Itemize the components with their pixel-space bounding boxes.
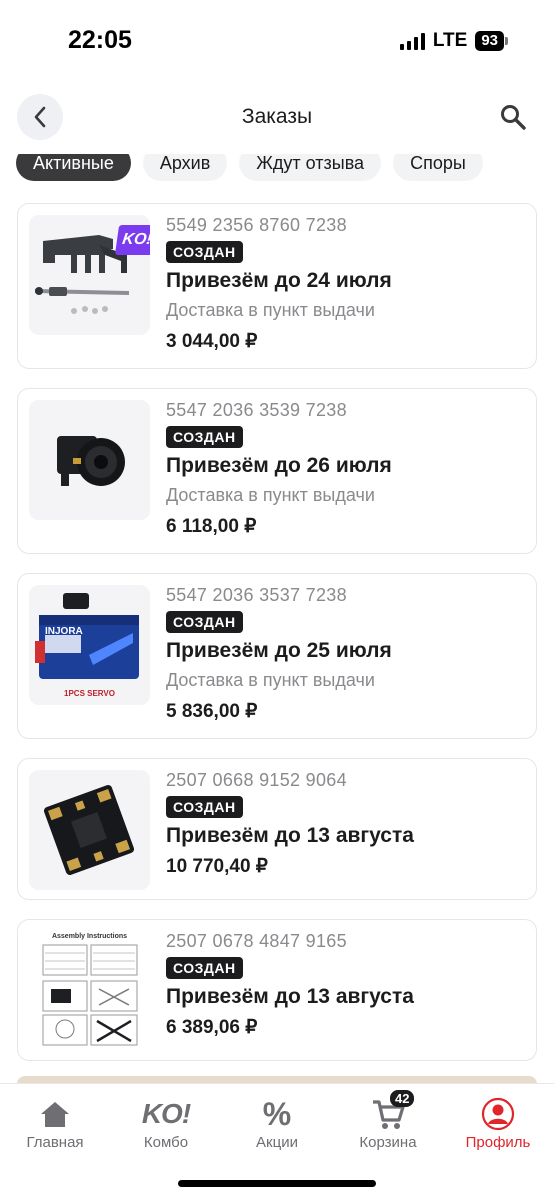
home-icon [41,1102,69,1127]
order-price: 10 770,40 ₽ [166,856,268,877]
tabbar-label: Акции [256,1134,298,1151]
image-heading: Assembly Instructions [51,933,128,940]
product-brand: INJORA [45,626,83,637]
tabbar-label: Корзина [359,1134,417,1151]
signal-icon [399,32,425,50]
tab-label: Споры [410,152,466,173]
order-number: 5547 2036 3539 7238 [166,400,347,420]
status-badge: СОЗДАН [166,241,243,263]
order-card[interactable]: 2507 0668 9152 9064 СОЗДАН Привезём до 1… [17,758,537,900]
page-title: Заказы [241,105,313,128]
battery-icon: 93 [475,31,508,51]
profile-icon [481,1097,515,1131]
top-bar: Заказы [0,88,554,148]
product-caption: 1PCS SERVO [64,689,115,698]
network-type: LTE [432,30,468,51]
tab-label: Активные [33,152,114,173]
order-price: 3 044,00 ₽ [166,331,258,352]
delivery-method: Доставка в пункт выдачи [166,670,375,690]
tabbar-label: Профиль [465,1134,531,1151]
status-bar: 22:05 LTE 93 [0,0,554,80]
search-icon [501,105,526,130]
order-number: 5547 2036 3537 7238 [166,585,347,605]
tab-label: Архив [159,152,211,173]
order-card[interactable]: Assembly Instructions 2507 0678 4847 916… [17,919,537,1061]
delivery-method: Доставка в пункт выдачи [166,300,375,320]
percent-icon: % [262,1095,292,1132]
tab-label: Ждут отзыва [256,152,365,173]
combo-badge-text: KO! [121,231,150,248]
cart-count-badge: 42 [390,1090,415,1107]
tabbar-label: Главная [26,1134,84,1151]
delivery-eta: Привезём до 13 августа [166,824,414,847]
combo-badge: KO! [114,225,150,255]
delivery-method: Доставка в пункт выдачи [166,485,375,505]
product-image [29,770,150,890]
product-image: Assembly Instructions [29,931,150,1051]
order-price: 6 118,00 ₽ [166,516,257,537]
order-price: 6 389,06 ₽ [166,1017,258,1038]
order-number: 2507 0668 9152 9064 [166,770,347,790]
order-number: 2507 0678 4847 9165 [166,931,347,951]
order-card[interactable]: KO! 5549 2356 8760 7238 СОЗДАН Привезём … [17,203,537,369]
tabbar-home[interactable]: Главная [5,1096,105,1151]
order-price: 5 836,00 ₽ [166,701,258,722]
status-indicators: LTE 93 [399,30,508,52]
home-indicator [178,1180,376,1187]
delivery-eta: Привезём до 13 августа [166,985,414,1008]
status-time: 22:05 [68,26,132,54]
search-button[interactable] [496,100,530,134]
order-number: 5549 2356 8760 7238 [166,215,347,235]
status-badge: СОЗДАН [166,796,243,818]
delivery-eta: Привезём до 26 июля [166,454,392,477]
product-image [29,400,150,520]
tabbar-combo[interactable]: KO! Комбо [116,1096,216,1151]
delivery-eta: Привезём до 25 июля [166,639,392,662]
order-card[interactable]: INJORA 1PCS SERVO 5547 2036 3537 7238 СО… [17,573,537,739]
delivery-eta: Привезём до 24 июля [166,269,392,292]
tabbar-cart[interactable]: 42 Корзина [338,1090,438,1151]
status-badge: СОЗДАН [166,611,243,633]
ko-logo-icon: KO! [141,1098,191,1129]
status-badge: СОЗДАН [166,957,243,979]
orders-list: KO! 5549 2356 8760 7238 СОЗДАН Привезём … [17,203,537,1080]
tabbar-label: Комбо [143,1134,189,1151]
tabbar-promos[interactable]: % Акции [227,1095,327,1152]
battery-level: 93 [475,31,504,51]
order-card[interactable]: 5547 2036 3539 7238 СОЗДАН Привезём до 2… [17,388,537,554]
product-image: KO! [29,215,150,335]
tabbar-profile[interactable]: Профиль [448,1096,548,1151]
product-image: INJORA 1PCS SERVO [29,585,150,705]
status-badge: СОЗДАН [166,426,243,448]
